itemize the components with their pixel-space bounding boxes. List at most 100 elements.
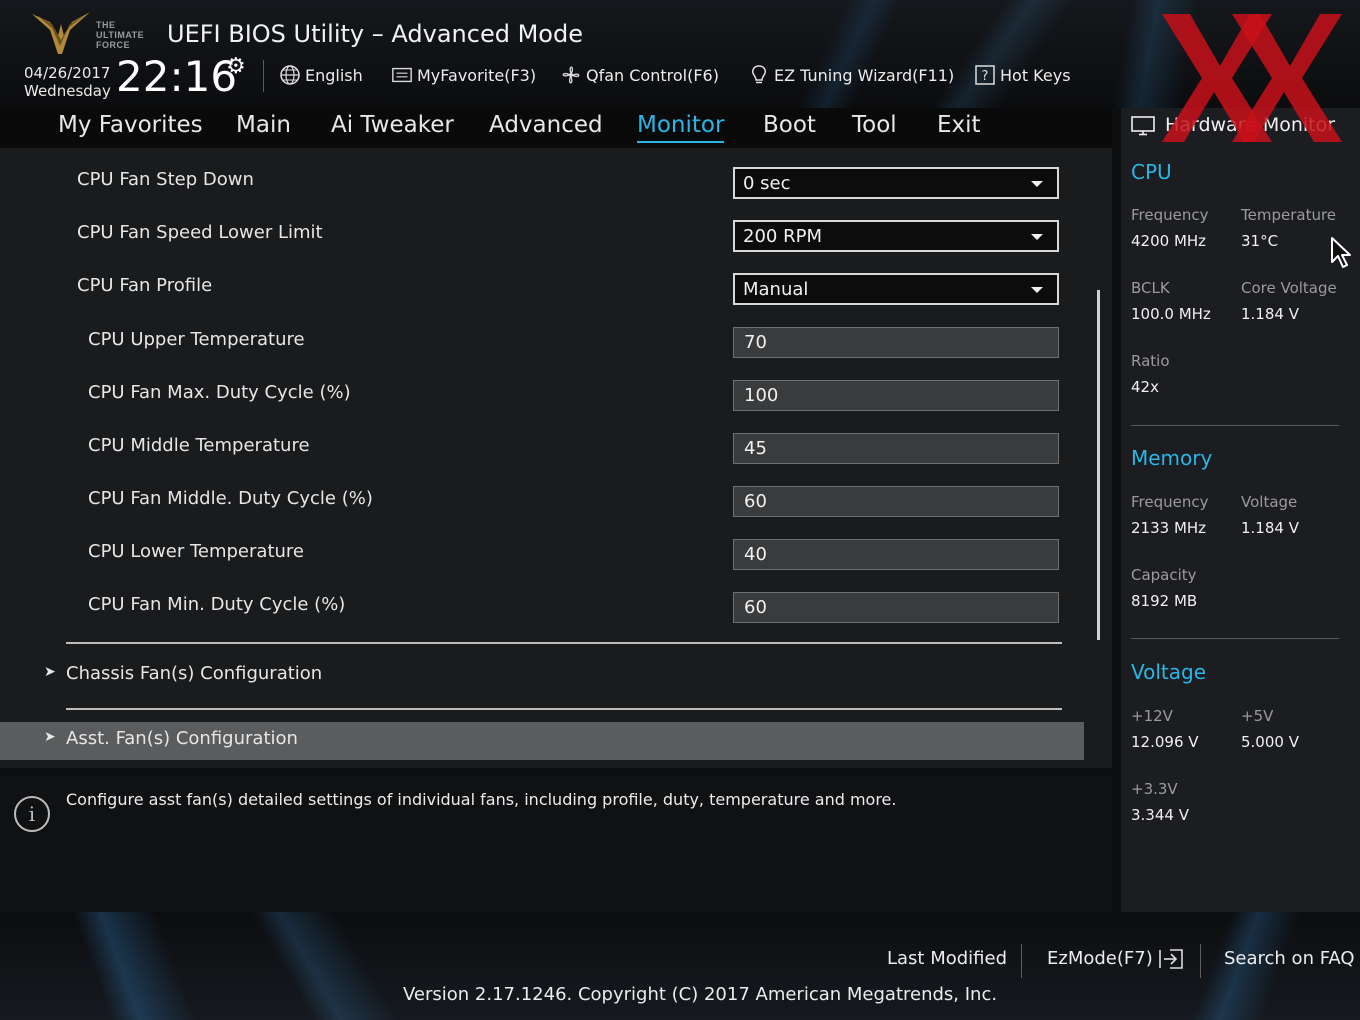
cpu-fan-middle-duty-label: CPU Fan Middle. Duty Cycle (%) (88, 488, 373, 509)
bclk-label: BCLK (1131, 279, 1170, 297)
chassis-fan-configuration-label: Chassis Fan(s) Configuration (66, 663, 323, 684)
v33-label: +3.3V (1131, 780, 1178, 798)
logo-text: THE ULTIMATE FORCE (96, 20, 145, 50)
myfavorite-label: MyFavorite(F3) (417, 65, 537, 85)
cpu-upper-temperature-label: CPU Upper Temperature (88, 329, 305, 350)
cpu-middle-temperature-label: CPU Middle Temperature (88, 435, 310, 456)
v33-value: 3.344 V (1131, 806, 1189, 824)
cpu-fan-step-down-label: CPU Fan Step Down (77, 169, 254, 190)
search-faq-button[interactable]: Search on FAQ (1224, 948, 1355, 969)
cpu-fan-middle-duty-field[interactable]: 60 (733, 486, 1059, 517)
gear-icon[interactable]: ⚙ (226, 54, 246, 79)
header-divider (263, 60, 264, 92)
page-title: UEFI BIOS Utility – Advanced Mode (167, 20, 583, 48)
date-display: 04/26/2017 (24, 64, 111, 82)
cpu-fan-profile-dropdown[interactable]: Manual (733, 273, 1059, 305)
asst-fan-configuration-label: Asst. Fan(s) Configuration (66, 728, 298, 749)
lightbulb-icon (752, 65, 766, 84)
section-divider (66, 642, 1062, 644)
cpu-fan-speed-lower-limit-label: CPU Fan Speed Lower Limit (77, 222, 323, 243)
favorite-list-icon (392, 67, 412, 83)
fan-icon (562, 66, 580, 84)
v12-label: +12V (1131, 707, 1173, 725)
hw-section-divider (1131, 638, 1339, 639)
tab-tool[interactable]: Tool (852, 112, 897, 138)
tuf-wing-logo-icon (32, 12, 90, 54)
dropdown-caret-icon (1031, 287, 1043, 293)
v12-value: 12.096 V (1131, 733, 1199, 751)
tab-advanced[interactable]: Advanced (489, 112, 603, 138)
cpu-middle-temperature-field[interactable]: 45 (733, 433, 1059, 464)
language-button[interactable]: English (279, 62, 363, 88)
cpu-section-heading: CPU (1131, 160, 1172, 184)
ratio-label: Ratio (1131, 352, 1170, 370)
cpu-lower-temperature-field[interactable]: 40 (733, 539, 1059, 570)
submenu-arrow-icon: ➤ (44, 664, 56, 680)
settings-panel: CPU Fan Step Down 0 sec CPU Fan Speed Lo… (0, 148, 1112, 768)
ez-tuning-wizard-button[interactable]: EZ Tuning Wizard(F11) (748, 62, 954, 88)
ez-tuning-label: EZ Tuning Wizard(F11) (774, 65, 955, 85)
v5-label: +5V (1241, 707, 1274, 725)
bclk-value: 100.0 MHz (1131, 305, 1211, 323)
core-voltage-value: 1.184 V (1241, 305, 1299, 323)
qfan-label: Qfan Control(F6) (586, 65, 719, 85)
tab-main[interactable]: Main (236, 112, 291, 138)
hw-section-divider (1131, 425, 1339, 426)
ezmode-button[interactable]: EzMode(F7) (1047, 948, 1186, 970)
memory-capacity-label: Capacity (1131, 566, 1197, 584)
svg-text:?: ? (982, 69, 989, 84)
mouse-cursor-icon (1331, 237, 1351, 268)
cpu-fan-max-duty-field[interactable]: 100 (733, 380, 1059, 411)
cpu-frequency-label: Frequency (1131, 206, 1209, 224)
footer-bar: Last Modified EzMode(F7) Search on FAQ V… (0, 912, 1360, 1020)
cpu-lower-temperature-label: CPU Lower Temperature (88, 541, 304, 562)
cpu-fan-min-duty-field[interactable]: 60 (733, 592, 1059, 623)
cpu-fan-step-down-dropdown[interactable]: 0 sec (733, 167, 1059, 199)
footer-divider (1200, 944, 1201, 978)
cpu-fan-speed-lower-limit-value: 200 RPM (743, 226, 822, 247)
dropdown-caret-icon (1031, 181, 1043, 187)
tab-ai-tweaker[interactable]: Ai Tweaker (331, 112, 454, 138)
chassis-fan-configuration-item[interactable]: ➤ Chassis Fan(s) Configuration (0, 657, 1084, 695)
cpu-frequency-value: 4200 MHz (1131, 232, 1207, 250)
section-divider (66, 708, 1062, 710)
cpu-temperature-value: 31°C (1241, 232, 1279, 250)
submenu-arrow-icon: ➤ (44, 729, 56, 745)
version-text: Version 2.17.1246. Copyright (C) 2017 Am… (403, 984, 998, 1005)
cpu-fan-profile-label: CPU Fan Profile (77, 275, 213, 296)
cpu-fan-min-duty-label: CPU Fan Min. Duty Cycle (%) (88, 594, 346, 615)
cpu-temperature-label: Temperature (1241, 206, 1337, 224)
memory-capacity-value: 8192 MB (1131, 592, 1198, 610)
footer-divider (1021, 944, 1022, 978)
main-tab-bar: My Favorites Main Ai Tweaker Advanced Mo… (0, 108, 1112, 148)
exit-arrow-icon (1159, 949, 1184, 969)
memory-frequency-value: 2133 MHz (1131, 519, 1207, 537)
tab-exit[interactable]: Exit (937, 112, 981, 138)
tab-my-favorites[interactable]: My Favorites (58, 112, 203, 138)
memory-section-heading: Memory (1131, 446, 1213, 470)
language-label: English (305, 65, 363, 85)
voltage-section-heading: Voltage (1131, 660, 1207, 684)
cpu-upper-temperature-field[interactable]: 70 (733, 327, 1059, 358)
help-description: Configure asst fan(s) detailed settings … (66, 790, 897, 809)
cpu-fan-max-duty-label: CPU Fan Max. Duty Cycle (%) (88, 382, 351, 403)
myfavorite-button[interactable]: MyFavorite(F3) (391, 62, 536, 88)
cpu-fan-speed-lower-limit-dropdown[interactable]: 200 RPM (733, 220, 1059, 252)
memory-voltage-label: Voltage (1241, 493, 1298, 511)
xx-watermark-logo (1162, 14, 1342, 142)
help-panel: i Configure asst fan(s) detailed setting… (0, 776, 1112, 912)
cpu-fan-step-down-value: 0 sec (743, 173, 791, 194)
info-icon: i (14, 796, 50, 832)
last-modified-button[interactable]: Last Modified (887, 948, 1007, 969)
asst-fan-configuration-item[interactable]: ➤ Asst. Fan(s) Configuration (0, 722, 1084, 760)
time-display[interactable]: 22:16 (116, 52, 237, 101)
qfan-control-button[interactable]: Qfan Control(F6) (560, 62, 719, 88)
dropdown-caret-icon (1031, 234, 1043, 240)
settings-scrollbar[interactable] (1097, 290, 1100, 640)
tab-boot[interactable]: Boot (763, 112, 816, 138)
tuf-logo: THE ULTIMATE FORCE (28, 8, 148, 56)
memory-frequency-label: Frequency (1131, 493, 1209, 511)
header-bar: THE ULTIMATE FORCE UEFI BIOS Utility – A… (0, 0, 1360, 108)
hot-keys-button[interactable]: ? Hot Keys (974, 62, 1071, 88)
tab-monitor[interactable]: Monitor (637, 112, 725, 143)
